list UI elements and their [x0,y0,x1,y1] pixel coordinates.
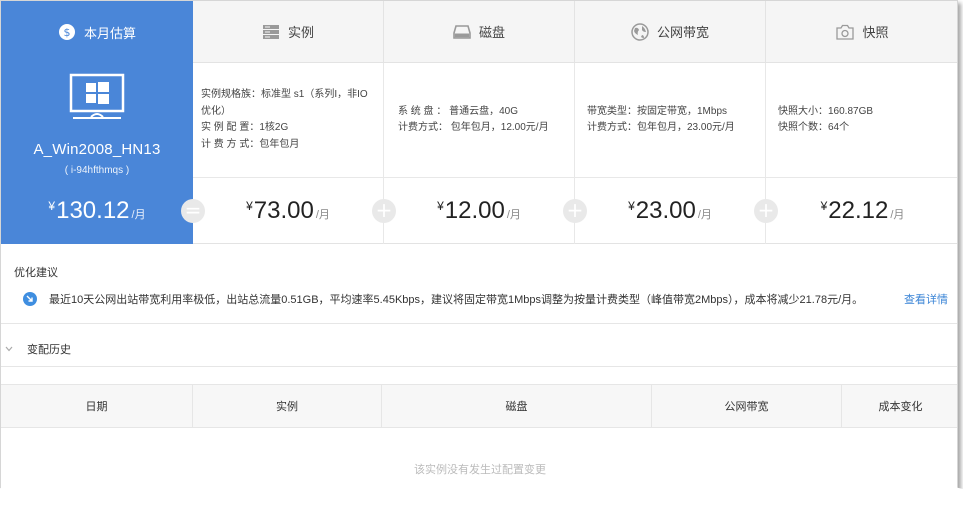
plus-icon: + [372,199,396,223]
svg-text:$: $ [63,26,70,39]
column-bandwidth: 公网带宽 [652,385,842,427]
view-details-link[interactable]: 查看详情 [904,291,948,307]
disk-billing: 计费方式： 包年包月，12.00元/月 [398,122,549,133]
optimization-title: 优化建议 [14,267,58,279]
column-disk: 磁盘 [382,385,652,427]
torn-edge [0,485,963,511]
instance-details: 实例规格族：标准型 s1（系列I，非IO优化） 实 例 配 置：1核2G 计 费… [193,63,384,178]
windows-monitor-icon [69,73,125,130]
tab-label: 实例 [287,25,314,40]
total-price: ¥130.12/月 [1,178,193,244]
instance-price-value: ¥73.00/月 [246,197,330,224]
column-cost-change: 成本变化 [878,401,923,413]
optimization-message: 最近10天公网出站带宽利用率极低，出站总流量0.51GB，平均速率5.45Kbp… [49,294,864,306]
dollar-circle-icon: $ [58,23,76,41]
disk-icon [453,24,471,39]
instance-summary: A_Win2008_HN13 ( i-94hfthmqs ) [1,63,193,178]
tab-label: 公网带宽 [656,25,709,40]
total-price-value: ¥130.12/月 [48,197,146,224]
plus-icon: + [563,199,587,223]
disk-details: 系 统 盘 ： 普通云盘，40G 计费方式： 包年包月，12.00元/月 [384,63,575,178]
tab-snapshot[interactable]: 快照 [766,1,957,63]
tab-label: 磁盘 [478,25,505,40]
tab-monthly-estimate[interactable]: $ 本月估算 [1,1,193,63]
history-title: 变配历史 [27,344,71,356]
bandwidth-type: 带宽类型：按固定带宽，1Mbps [587,105,728,117]
column-date: 日期 [1,385,193,427]
history-table-header: 日期 实例 磁盘 公网带宽 成本变化 [1,384,957,428]
instance-config: 实 例 配 置：1核2G [201,122,289,133]
bandwidth-price: + ¥23.00/月 [563,178,766,244]
tab-instance[interactable]: 实例 [193,1,384,63]
server-icon [262,24,280,40]
plus-icon: + [754,199,778,223]
snapshot-size: 快照大小：160.87GB [778,105,874,117]
tab-label: 快照 [862,25,889,40]
camera-icon [836,24,855,40]
tab-disk[interactable]: 磁盘 [384,1,575,63]
bandwidth-price-value: ¥23.00/月 [628,197,712,224]
tab-bandwidth[interactable]: 公网带宽 [575,1,766,63]
instance-spec: 实例规格族：标准型 s1（系列I，非IO优化） [201,89,368,117]
tab-label: 本月估算 [83,25,136,41]
equals-icon: = [181,199,205,223]
history-empty-message: 该实例没有发生过配置变更 [414,464,546,476]
instance-billing: 计 费 方 式：包年包月 [201,138,300,150]
column-instance: 实例 [193,385,382,427]
snapshot-price: + ¥22.12/月 [754,178,957,244]
snapshot-details: 快照大小：160.87GB 快照个数：64个 [766,63,957,178]
detail-row: A_Win2008_HN13 ( i-94hfthmqs ) 实例规格族：标准型… [1,63,957,178]
instance-name[interactable]: A_Win2008_HN13 [33,138,160,163]
divider [1,323,957,324]
disk-price-value: ¥12.00/月 [437,197,521,224]
price-row: ¥130.12/月 = ¥73.00/月 + ¥12.00/月 + ¥23.00… [1,178,957,244]
globe-icon [631,22,649,41]
disk-system: 系 统 盘 ： 普通云盘，40G [398,105,519,117]
snapshot-price-value: ¥22.12/月 [820,197,905,224]
disk-price: + ¥12.00/月 [372,178,575,244]
bandwidth-billing: 计费方式：包年包月，23.00元/月 [587,122,735,133]
snapshot-count: 快照个数：64个 [778,122,850,133]
history-toggle[interactable]: 变配历史 [5,341,71,357]
arrow-down-circle-icon [23,292,37,306]
tab-bar: $ 本月估算 实例 磁盘 公网带宽 快照 [1,1,957,63]
chevron-down-icon [5,344,15,354]
optimization-item: 最近10天公网出站带宽利用率极低，出站总流量0.51GB，平均速率5.45Kbp… [23,291,948,307]
divider [1,366,957,367]
bandwidth-details: 带宽类型：按固定带宽，1Mbps 计费方式：包年包月，23.00元/月 [575,63,766,178]
instance-price: = ¥73.00/月 [181,178,384,244]
cost-estimate-panel: $ 本月估算 实例 磁盘 公网带宽 快照 A_Win2008_HN13 (i-… [0,0,958,505]
